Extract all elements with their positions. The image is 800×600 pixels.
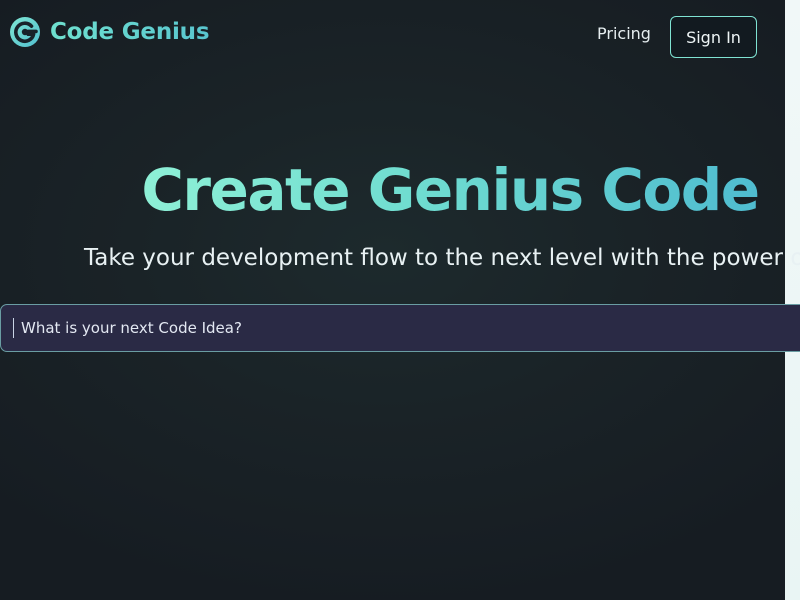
- sign-in-button[interactable]: Sign In: [670, 16, 757, 58]
- code-idea-input[interactable]: [21, 305, 800, 351]
- code-idea-prompt-box[interactable]: [0, 304, 800, 352]
- right-edge-strip: [785, 0, 800, 600]
- genius-logo-icon: [10, 17, 40, 47]
- hero-subtitle: Take your development flow to the next l…: [84, 245, 800, 271]
- hero-title-text: Create Genius Code: [141, 156, 760, 224]
- brand-logo-link[interactable]: Code Genius: [9, 15, 210, 49]
- top-navigation-bar: Code Genius Pricing Sign In: [0, 0, 800, 76]
- nav-pricing-link[interactable]: Pricing: [597, 24, 651, 43]
- brand-name: Code Genius: [50, 19, 210, 45]
- text-caret: [13, 318, 14, 338]
- hero-title: Create Genius Code: [0, 152, 800, 228]
